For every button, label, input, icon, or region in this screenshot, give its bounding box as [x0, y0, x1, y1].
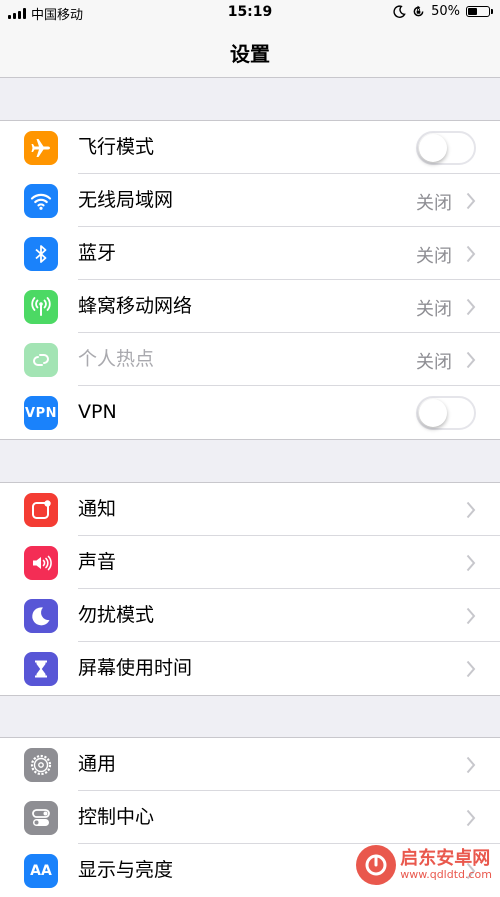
- row-value: 关闭: [416, 193, 452, 214]
- chevron-right-icon: [466, 351, 476, 369]
- row-label: 无线局域网: [78, 189, 174, 211]
- chevron-right-icon: [466, 192, 476, 210]
- hourglass-icon: [24, 652, 58, 686]
- chevron-right-icon: [466, 809, 476, 827]
- watermark: 启东安卓网 www.qdldtd.com: [356, 845, 492, 885]
- settings-row-sounds[interactable]: 声音: [0, 536, 500, 589]
- notifications-icon: [24, 493, 58, 527]
- chevron-right-icon: [466, 298, 476, 316]
- row-label: 勿扰模式: [78, 604, 155, 626]
- row-label: 通用: [78, 753, 117, 775]
- row-label: 蓝牙: [78, 242, 117, 264]
- row-value: 关闭: [416, 246, 452, 267]
- moon-icon: [393, 5, 406, 18]
- row-label: 声音: [78, 551, 117, 573]
- battery-icon: [466, 6, 493, 17]
- status-bar: 中国移动 15:19 50%: [0, 0, 500, 26]
- display-brightness-icon: AA: [24, 854, 58, 888]
- airplane-icon: [24, 131, 58, 165]
- settings-row-vpn[interactable]: VPN VPN: [0, 386, 500, 439]
- row-label: 显示与亮度: [78, 859, 174, 881]
- settings-row-personal-hotspot[interactable]: 个人热点 关闭: [0, 333, 500, 386]
- toggle-knob: [419, 134, 447, 162]
- settings-row-general[interactable]: 通用: [0, 738, 500, 791]
- row-label: 飞行模式: [78, 136, 155, 158]
- row-value: 关闭: [416, 352, 452, 373]
- watermark-logo-icon: [356, 845, 397, 885]
- settings-row-bluetooth[interactable]: 蓝牙 关闭: [0, 227, 500, 280]
- notifications-group: 通知 声音 勿扰模式 屏幕使用时间: [0, 482, 500, 696]
- connectivity-group: 飞行模式 无线局域网 关闭 蓝牙 关闭 蜂窝移动网络 关闭 个人热点 关闭 VP…: [0, 120, 500, 440]
- row-label: 控制中心: [78, 806, 155, 828]
- display-icon-text: AA: [30, 863, 52, 879]
- watermark-text: 启东安卓网 www.qdldtd.com: [400, 849, 492, 881]
- settings-row-screen-time[interactable]: 屏幕使用时间: [0, 642, 500, 695]
- sound-icon: [24, 546, 58, 580]
- chevron-right-icon: [466, 554, 476, 572]
- row-label: 蜂窝移动网络: [78, 295, 193, 317]
- vpn-icon: VPN: [24, 396, 58, 430]
- chevron-right-icon: [466, 607, 476, 625]
- gear-icon: [24, 748, 58, 782]
- control-center-icon: [24, 801, 58, 835]
- toggle-knob: [419, 399, 447, 427]
- status-bar-right: 50%: [393, 4, 493, 19]
- rotation-lock-icon: [413, 5, 424, 17]
- bluetooth-icon: [24, 237, 58, 271]
- chevron-right-icon: [466, 245, 476, 263]
- vpn-toggle[interactable]: [416, 396, 476, 430]
- battery-fill: [468, 8, 477, 15]
- page-title: 设置: [230, 42, 270, 66]
- vpn-icon-text: VPN: [25, 405, 57, 421]
- wifi-icon: [24, 184, 58, 218]
- settings-row-notifications[interactable]: 通知: [0, 483, 500, 536]
- navigation-bar: 设置: [0, 26, 500, 78]
- row-label: 通知: [78, 498, 117, 520]
- settings-row-control-center[interactable]: 控制中心: [0, 791, 500, 844]
- row-value: 关闭: [416, 299, 452, 320]
- chevron-right-icon: [466, 501, 476, 519]
- row-label: 个人热点: [78, 348, 155, 370]
- watermark-name: 启东安卓网: [400, 848, 491, 869]
- settings-row-do-not-disturb[interactable]: 勿扰模式: [0, 589, 500, 642]
- row-label: VPN: [78, 401, 117, 423]
- row-label: 屏幕使用时间: [78, 657, 193, 679]
- settings-row-cellular[interactable]: 蜂窝移动网络 关闭: [0, 280, 500, 333]
- settings-row-airplane-mode[interactable]: 飞行模式: [0, 121, 500, 174]
- moon-icon: [24, 599, 58, 633]
- chevron-right-icon: [466, 660, 476, 678]
- chevron-right-icon: [466, 756, 476, 774]
- cellular-icon: [24, 290, 58, 324]
- battery-percent: 50%: [431, 4, 460, 19]
- hotspot-icon: [24, 343, 58, 377]
- watermark-url: www.qdldtd.com: [400, 868, 492, 881]
- airplane-mode-toggle[interactable]: [416, 131, 476, 165]
- settings-row-wifi[interactable]: 无线局域网 关闭: [0, 174, 500, 227]
